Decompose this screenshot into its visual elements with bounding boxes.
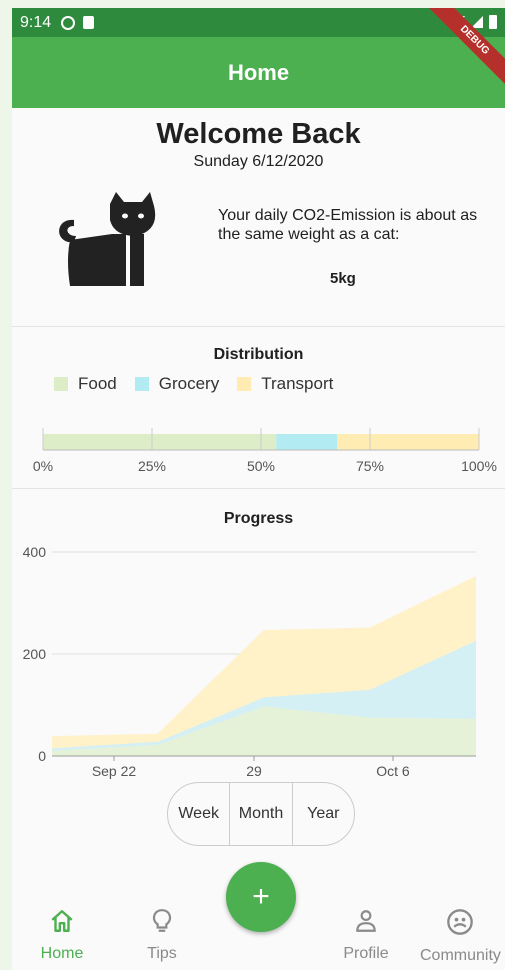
nav-community[interactable]: Community	[420, 908, 501, 965]
nav-label: Tips	[147, 945, 177, 962]
home-icon	[51, 910, 73, 932]
legend-item-food: Food	[54, 374, 117, 394]
app-bar: Home	[12, 37, 505, 108]
sd-card-icon	[83, 15, 95, 29]
toggle-year[interactable]: Year	[293, 783, 354, 845]
nav-label: Profile	[343, 945, 389, 962]
wifi-icon	[449, 16, 465, 28]
distribution-tick-label: 100%	[461, 458, 497, 474]
nav-label: Community	[420, 947, 501, 964]
legend-item-grocery: Grocery	[134, 374, 220, 394]
legend-label: Transport	[261, 374, 334, 393]
distribution-tick-label: 0%	[33, 458, 53, 474]
distribution-bar-segment	[337, 434, 479, 450]
legend-swatch	[237, 377, 252, 391]
emission-card: Your daily CO2-Emission is about as the …	[52, 190, 492, 300]
progress-y-tick-label: 200	[23, 646, 47, 662]
home-content: Welcome Back Sunday 6/12/2020 Your daily…	[12, 108, 505, 898]
distribution-title: Distribution	[213, 346, 304, 363]
progress-title: Progress	[223, 510, 294, 527]
emission-text: Your daily CO2-Emission is about as the …	[218, 207, 478, 243]
period-toggle: Week Month Year	[167, 782, 355, 846]
distribution-bar-segment	[43, 434, 277, 450]
battery-icon	[489, 15, 497, 29]
emission-value: 5kg	[330, 270, 356, 287]
distribution-legend: Food Grocery Transport	[54, 374, 333, 394]
distribution-tick-label: 75%	[356, 458, 384, 474]
nav-tips[interactable]: Tips	[122, 908, 202, 963]
signal-icon	[471, 16, 483, 28]
community-icon	[447, 909, 473, 935]
distribution-tick-label: 50%	[247, 458, 275, 474]
nav-home[interactable]: Home	[22, 908, 102, 963]
person-icon	[356, 910, 376, 932]
legend-swatch	[134, 377, 149, 391]
status-time: 9:14	[20, 13, 52, 31]
divider	[12, 488, 505, 489]
date-label: Sunday 6/12/2020	[193, 153, 324, 170]
distribution-chart: 0% 25% 50% 75% 100%	[33, 428, 497, 474]
progress-y-tick-label: 400	[23, 544, 47, 560]
page-title: Home	[227, 59, 290, 85]
status-bar: 9:14	[12, 8, 505, 37]
progress-x-tick-label: Oct 6	[376, 763, 410, 779]
divider	[12, 326, 505, 327]
progress-x-tick-label: Sep 22	[92, 763, 137, 779]
distribution-bar-segment	[276, 434, 338, 450]
cat-icon	[59, 192, 156, 286]
add-button[interactable]: +	[226, 862, 296, 932]
lightbulb-icon	[152, 909, 172, 932]
progress-x-tick-label: 29	[246, 763, 262, 779]
toggle-month[interactable]: Month	[230, 783, 293, 845]
progress-y-tick-label: 0	[38, 748, 46, 764]
nav-label: Home	[40, 945, 84, 962]
welcome-title: Welcome Back	[156, 118, 361, 150]
legend-label: Food	[78, 374, 117, 393]
nav-profile[interactable]: Profile	[326, 908, 406, 963]
toggle-week[interactable]: Week	[168, 783, 231, 845]
legend-swatch	[54, 377, 68, 391]
legend-label: Grocery	[158, 374, 220, 393]
sync-icon	[61, 15, 76, 30]
legend-item-transport: Transport	[237, 374, 333, 394]
progress-chart: 0 200 400 Sep 22 29 Oct 6	[23, 544, 477, 779]
distribution-tick-label: 25%	[138, 458, 166, 474]
